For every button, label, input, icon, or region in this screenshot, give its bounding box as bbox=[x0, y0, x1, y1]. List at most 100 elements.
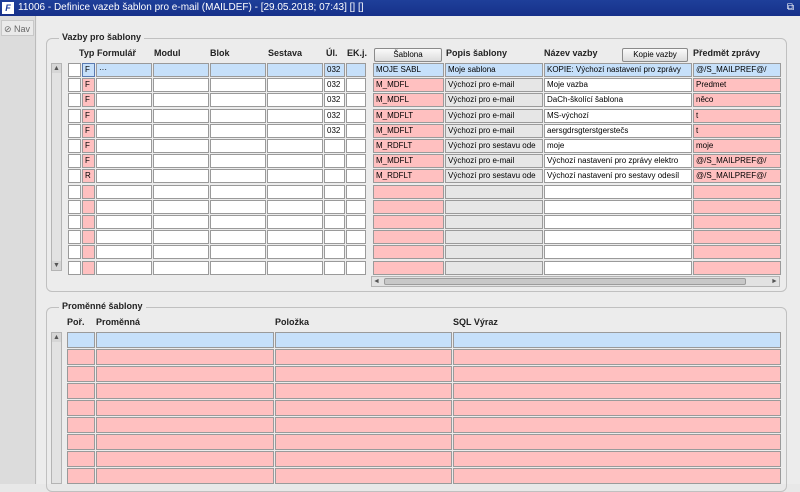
typ-cell[interactable]: F bbox=[82, 78, 95, 92]
sestava-cell[interactable] bbox=[267, 154, 323, 168]
sestava-cell[interactable] bbox=[267, 245, 323, 259]
predmet-cell[interactable] bbox=[693, 215, 781, 229]
blok-cell[interactable] bbox=[210, 78, 266, 92]
blok-cell[interactable] bbox=[210, 93, 266, 107]
row-select-box[interactable] bbox=[68, 63, 81, 77]
sestava-cell[interactable] bbox=[267, 200, 323, 214]
polozka-cell[interactable] bbox=[275, 451, 452, 467]
promenna-cell[interactable] bbox=[96, 332, 274, 348]
ekj-cell[interactable] bbox=[346, 109, 366, 123]
modul-cell[interactable] bbox=[153, 109, 209, 123]
por-cell[interactable] bbox=[67, 400, 95, 416]
blok-cell[interactable] bbox=[210, 109, 266, 123]
promenna-cell[interactable] bbox=[96, 366, 274, 382]
formular-cell[interactable]: ··· bbox=[96, 63, 152, 77]
ekj-cell[interactable] bbox=[346, 261, 366, 275]
row-select-box[interactable] bbox=[68, 230, 81, 244]
por-cell[interactable] bbox=[67, 383, 95, 399]
promenne-vertical-scrollbar[interactable]: ▲ bbox=[51, 332, 62, 484]
formular-cell[interactable] bbox=[96, 124, 152, 138]
predmet-cell[interactable]: @/S_MAILPREF@/ bbox=[693, 63, 781, 77]
ekj-cell[interactable] bbox=[346, 124, 366, 138]
blok-cell[interactable] bbox=[210, 63, 266, 77]
ul-cell[interactable] bbox=[324, 261, 345, 275]
formular-cell[interactable] bbox=[96, 93, 152, 107]
sql-cell[interactable] bbox=[453, 434, 781, 450]
sablona-cell[interactable]: M_RDFLT bbox=[373, 169, 444, 183]
modul-cell[interactable] bbox=[153, 154, 209, 168]
modul-cell[interactable] bbox=[153, 261, 209, 275]
polozka-cell[interactable] bbox=[275, 434, 452, 450]
blok-cell[interactable] bbox=[210, 154, 266, 168]
sablona-cell[interactable] bbox=[373, 200, 444, 214]
por-cell[interactable] bbox=[67, 434, 95, 450]
row-select-box[interactable] bbox=[68, 154, 81, 168]
typ-cell[interactable]: F bbox=[82, 93, 95, 107]
sql-cell[interactable] bbox=[453, 332, 781, 348]
blok-cell[interactable] bbox=[210, 230, 266, 244]
polozka-cell[interactable] bbox=[275, 400, 452, 416]
sestava-cell[interactable] bbox=[267, 215, 323, 229]
modul-cell[interactable] bbox=[153, 93, 209, 107]
ekj-cell[interactable] bbox=[346, 154, 366, 168]
predmet-cell[interactable] bbox=[693, 261, 781, 275]
row-select-box[interactable] bbox=[68, 200, 81, 214]
scroll-thumb[interactable] bbox=[384, 278, 746, 285]
polozka-cell[interactable] bbox=[275, 366, 452, 382]
ul-cell[interactable] bbox=[324, 169, 345, 183]
sestava-cell[interactable] bbox=[267, 230, 323, 244]
sql-cell[interactable] bbox=[453, 468, 781, 484]
ul-cell[interactable] bbox=[324, 215, 345, 229]
row-select-box[interactable] bbox=[68, 78, 81, 92]
modul-cell[interactable] bbox=[153, 139, 209, 153]
sql-cell[interactable] bbox=[453, 349, 781, 365]
ekj-cell[interactable] bbox=[346, 245, 366, 259]
ul-cell[interactable] bbox=[324, 230, 345, 244]
predmet-cell[interactable]: @/S_MAILPREF@/ bbox=[693, 169, 781, 183]
formular-cell[interactable] bbox=[96, 215, 152, 229]
predmet-cell[interactable] bbox=[693, 200, 781, 214]
predmet-cell[interactable]: t bbox=[693, 124, 781, 138]
predmet-cell[interactable]: moje bbox=[693, 139, 781, 153]
sestava-cell[interactable] bbox=[267, 63, 323, 77]
por-cell[interactable] bbox=[67, 366, 95, 382]
ul-cell[interactable] bbox=[324, 200, 345, 214]
predmet-cell[interactable] bbox=[693, 245, 781, 259]
formular-cell[interactable] bbox=[96, 139, 152, 153]
modul-cell[interactable] bbox=[153, 230, 209, 244]
ekj-cell[interactable] bbox=[346, 169, 366, 183]
sql-cell[interactable] bbox=[453, 417, 781, 433]
ekj-cell[interactable] bbox=[346, 185, 366, 199]
typ-cell[interactable]: R bbox=[82, 169, 95, 183]
sql-cell[interactable] bbox=[453, 451, 781, 467]
por-cell[interactable] bbox=[67, 451, 95, 467]
polozka-cell[interactable] bbox=[275, 349, 452, 365]
sablona-cell[interactable]: M_MDFLT bbox=[373, 154, 444, 168]
nazev-cell[interactable] bbox=[544, 245, 692, 259]
predmet-cell[interactable]: Predmet bbox=[693, 78, 781, 92]
modul-cell[interactable] bbox=[153, 63, 209, 77]
blok-cell[interactable] bbox=[210, 185, 266, 199]
nazev-cell[interactable]: Moje vazba bbox=[544, 78, 692, 92]
row-select-box[interactable] bbox=[68, 109, 81, 123]
ul-cell[interactable]: 032 bbox=[324, 78, 345, 92]
predmet-cell[interactable] bbox=[693, 185, 781, 199]
row-select-box[interactable] bbox=[68, 261, 81, 275]
promenna-cell[interactable] bbox=[96, 349, 274, 365]
sestava-cell[interactable] bbox=[267, 261, 323, 275]
sablona-cell[interactable]: M_RDFLT bbox=[373, 139, 444, 153]
sablona-button[interactable]: Šablona bbox=[374, 48, 442, 62]
sablona-cell[interactable]: M_MDFLT bbox=[373, 124, 444, 138]
restore-icon[interactable]: ⧉ bbox=[787, 2, 794, 13]
formular-cell[interactable] bbox=[96, 230, 152, 244]
nazev-cell[interactable]: Výchozí nastavení pro zprávy elektro bbox=[544, 154, 692, 168]
row-select-box[interactable] bbox=[68, 124, 81, 138]
sablona-cell[interactable] bbox=[373, 185, 444, 199]
polozka-cell[interactable] bbox=[275, 332, 452, 348]
typ-cell[interactable] bbox=[82, 230, 95, 244]
promenna-cell[interactable] bbox=[96, 451, 274, 467]
typ-cell[interactable] bbox=[82, 261, 95, 275]
ul-cell[interactable] bbox=[324, 139, 345, 153]
formular-cell[interactable] bbox=[96, 169, 152, 183]
row-select-box[interactable] bbox=[68, 245, 81, 259]
